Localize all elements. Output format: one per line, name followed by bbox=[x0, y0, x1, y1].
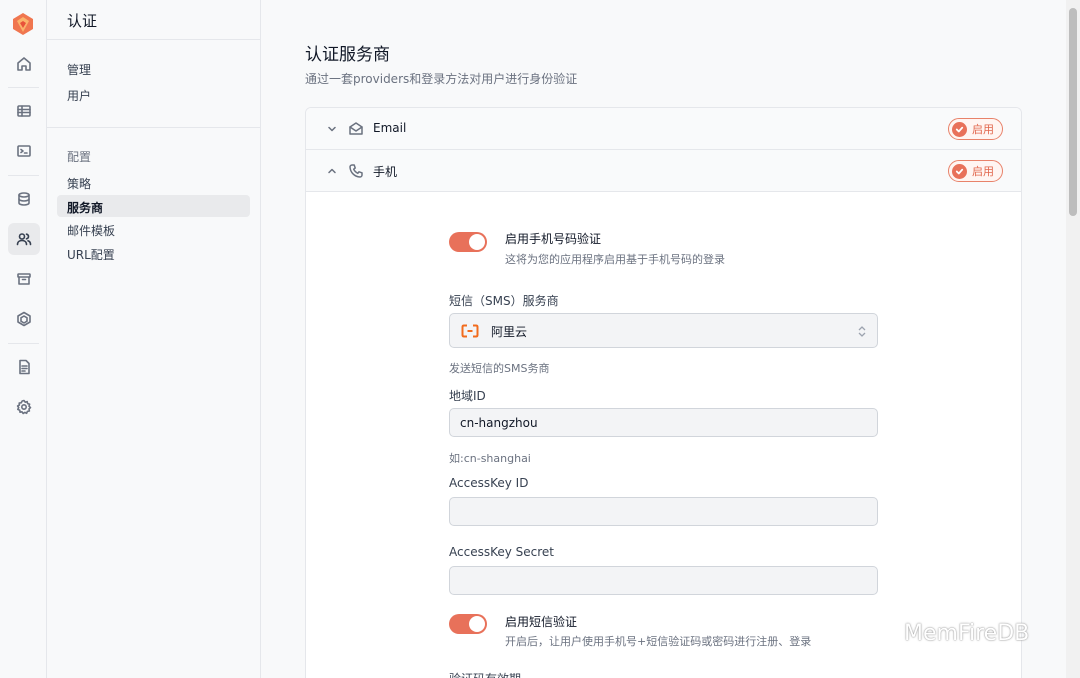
watermark-text: MemFireDB bbox=[904, 620, 1030, 646]
users-icon[interactable] bbox=[8, 223, 40, 255]
terminal-icon[interactable] bbox=[8, 135, 40, 167]
sidebar-item-email-templates[interactable]: 邮件模板 bbox=[57, 218, 250, 240]
toggle-knob bbox=[469, 616, 485, 632]
chevron-up-icon[interactable] bbox=[326, 165, 338, 177]
wechat-icon bbox=[863, 620, 897, 645]
sidebar-item-providers[interactable]: 服务商 bbox=[57, 195, 250, 217]
mail-icon bbox=[349, 122, 363, 135]
sidebar-divider bbox=[47, 127, 260, 128]
check-icon bbox=[952, 121, 967, 137]
enable-sms-label: 启用短信验证 bbox=[505, 615, 578, 629]
rail-divider bbox=[8, 343, 39, 344]
database-icon[interactable] bbox=[8, 183, 40, 215]
home-icon[interactable] bbox=[8, 48, 40, 80]
app-logo-icon[interactable] bbox=[11, 12, 35, 36]
enable-phone-toggle[interactable] bbox=[449, 232, 487, 252]
region-input[interactable] bbox=[449, 408, 878, 437]
auth-sidebar: 认证 管理 用户 配置 策略 服务商 邮件模板 URL配置 bbox=[47, 0, 261, 678]
sidebar-item-policies[interactable]: 策略 bbox=[57, 171, 250, 193]
access-key-secret-input[interactable] bbox=[449, 566, 878, 595]
provider-name: 手机 bbox=[373, 165, 398, 179]
sms-provider-hint: 发送短信的SMS务商 bbox=[449, 362, 550, 375]
rail-divider bbox=[8, 175, 39, 176]
sidebar-title: 认证 bbox=[47, 0, 260, 40]
sms-provider-value: 阿里云 bbox=[491, 325, 528, 339]
region-hint: 如:cn-shanghai bbox=[449, 452, 531, 465]
icon-rail bbox=[0, 0, 47, 678]
enable-sms-desc: 开启后，让用户使用手机号+短信验证码或密码进行注册、登录 bbox=[505, 635, 812, 648]
page-subtitle: 通过一套providers和登录方法对用户进行身份验证 bbox=[305, 72, 578, 86]
aliyun-logo-icon bbox=[461, 324, 479, 338]
chevron-down-icon[interactable] bbox=[326, 123, 338, 135]
gear-icon[interactable] bbox=[8, 391, 40, 423]
enable-phone-desc: 这将为您的应用程序启用基于手机号码的登录 bbox=[505, 253, 725, 266]
enable-sms-toggle[interactable] bbox=[449, 614, 487, 634]
document-icon[interactable] bbox=[8, 351, 40, 383]
provider-row-phone[interactable]: 手机 启用 bbox=[306, 150, 1021, 192]
status-badge: 启用 bbox=[948, 118, 1003, 140]
sidebar-group-title: 配置 bbox=[67, 150, 92, 164]
provider-name: Email bbox=[373, 121, 407, 135]
sms-provider-select[interactable]: 阿里云 bbox=[449, 313, 878, 348]
phone-icon bbox=[349, 164, 363, 178]
package-icon[interactable] bbox=[8, 303, 40, 335]
archive-icon[interactable] bbox=[8, 263, 40, 295]
scrollbar-thumb[interactable] bbox=[1069, 8, 1077, 216]
watermark: MemFireDB bbox=[862, 619, 1029, 647]
toggle-knob bbox=[469, 234, 485, 250]
sms-provider-label: 短信（SMS）服务商 bbox=[449, 294, 559, 308]
scrollbar[interactable] bbox=[1066, 0, 1080, 678]
sidebar-item-url-config[interactable]: URL配置 bbox=[57, 242, 250, 264]
sidebar-item-manage[interactable]: 管理 bbox=[57, 57, 250, 79]
sidebar-item-users[interactable]: 用户 bbox=[57, 83, 250, 105]
access-key-id-input[interactable] bbox=[449, 497, 878, 526]
page-title: 认证服务商 bbox=[305, 45, 390, 65]
chevron-updown-icon bbox=[858, 326, 866, 337]
providers-card: Email 启用 手机 启用 启用手机号码验证 这将为您的应用程序启用基于手机号… bbox=[305, 107, 1022, 678]
table-icon[interactable] bbox=[8, 95, 40, 127]
status-badge-label: 启用 bbox=[972, 123, 994, 136]
access-key-id-label: AccessKey ID bbox=[449, 476, 529, 490]
check-icon bbox=[952, 163, 967, 179]
status-badge-label: 启用 bbox=[972, 165, 994, 178]
enable-phone-label: 启用手机号码验证 bbox=[505, 232, 602, 246]
region-label: 地域ID bbox=[449, 389, 486, 403]
main-content: 认证服务商 通过一套providers和登录方法对用户进行身份验证 Email … bbox=[261, 0, 1066, 678]
provider-row-email[interactable]: Email 启用 bbox=[306, 108, 1021, 150]
otp-expiry-label: 验证码有效期 bbox=[449, 670, 521, 678]
status-badge: 启用 bbox=[948, 160, 1003, 182]
rail-divider bbox=[8, 87, 39, 88]
access-key-secret-label: AccessKey Secret bbox=[449, 545, 555, 559]
